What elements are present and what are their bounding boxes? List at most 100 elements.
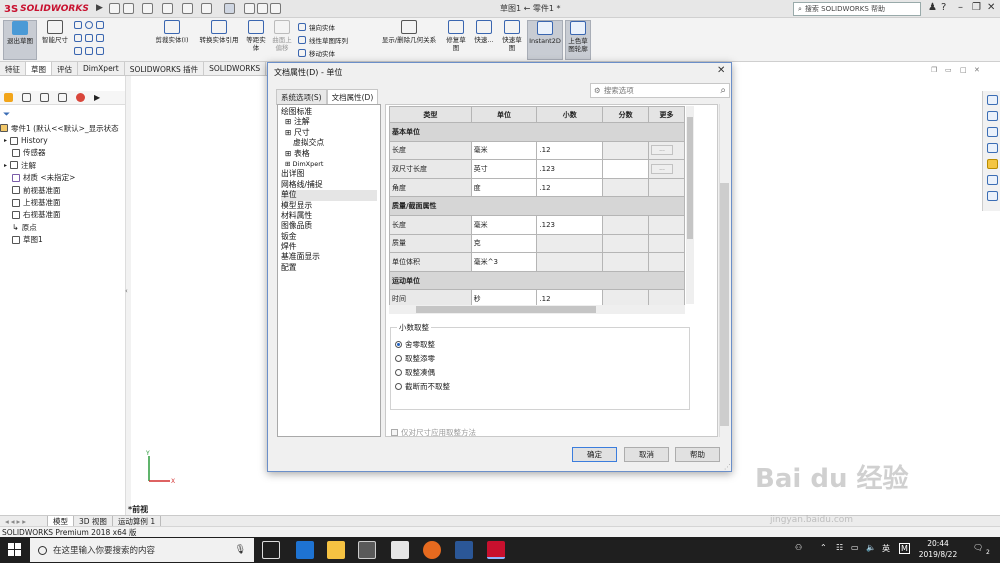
dtree-units[interactable]: 单位 bbox=[281, 190, 377, 201]
people-icon[interactable]: ⚇ bbox=[795, 543, 802, 552]
close-window-icon[interactable]: ✕ bbox=[987, 2, 995, 13]
tab-system-options[interactable]: 系统选项(S) bbox=[276, 89, 327, 105]
file-explorer-taskbar-icon[interactable] bbox=[327, 541, 345, 559]
cell-unit-select[interactable]: 毫米 bbox=[470, 214, 538, 235]
dtree-virtual-sharps[interactable]: 虚拟交点 bbox=[281, 138, 377, 148]
volume-icon[interactable]: 🔈 bbox=[866, 543, 876, 552]
user-icon[interactable]: ♟ bbox=[928, 2, 937, 13]
cell-unit-select[interactable]: 毫米^3 bbox=[470, 252, 538, 272]
mail-icon[interactable] bbox=[391, 541, 409, 559]
design-library-icon[interactable] bbox=[987, 111, 998, 121]
tab-scroll-arrows[interactable]: ◂◂▸▸ bbox=[0, 516, 48, 526]
open-icon[interactable] bbox=[142, 3, 153, 14]
appearances-icon[interactable] bbox=[987, 159, 998, 169]
tab-solidworks[interactable]: SOLIDWORKS bbox=[204, 62, 267, 75]
panel-expand-icon[interactable]: ▶ bbox=[94, 93, 100, 102]
collapse-panel-icon[interactable]: ‹ bbox=[125, 287, 128, 295]
new-document-icon[interactable] bbox=[123, 3, 134, 14]
view-palette-icon[interactable] bbox=[987, 143, 998, 153]
repair-sketch-button[interactable]: 修复草 图 bbox=[444, 20, 468, 60]
rectangle-tool-row[interactable] bbox=[74, 34, 104, 42]
cancel-button[interactable]: 取消 bbox=[624, 447, 669, 462]
solidworks-logo[interactable]: 3S SOLIDWORKS bbox=[4, 2, 89, 16]
rapid-sketch-button[interactable]: 快速草 图 bbox=[500, 20, 524, 60]
cell-decimals-select[interactable]: .123 bbox=[536, 159, 604, 179]
tab-document-properties[interactable]: 文档属性(D) bbox=[326, 89, 379, 105]
dtree-detailing[interactable]: 出详图 bbox=[281, 169, 377, 179]
offset-entities-button[interactable]: 等距实 体 bbox=[244, 20, 268, 60]
tree-node-origin[interactable]: ↳ 原点 bbox=[0, 221, 125, 233]
dtree-weldments[interactable]: 焊件 bbox=[281, 242, 377, 252]
dtree-dimxpert[interactable]: ⊞ DimXpert bbox=[281, 159, 377, 169]
cell-decimals-select[interactable]: .123 bbox=[536, 214, 604, 235]
tree-node-front-plane[interactable]: 前视基准面 bbox=[0, 184, 125, 196]
tree-node-sensors[interactable]: 传感器 bbox=[0, 147, 125, 159]
select-icon[interactable] bbox=[224, 3, 235, 14]
dtree-sheet-metal[interactable]: 钣金 bbox=[281, 232, 377, 242]
network-icon[interactable]: ☷ bbox=[836, 543, 843, 552]
linear-pattern-button[interactable]: 线性草图阵列 bbox=[298, 35, 348, 45]
dtree-annotations[interactable]: ⊞ 注解 bbox=[281, 117, 377, 127]
help-search-box[interactable]: ⌕ 搜索 SOLIDWORKS 帮助 bbox=[793, 2, 921, 16]
cell-unit-select[interactable]: 毫米 bbox=[470, 140, 538, 161]
file-properties-icon[interactable] bbox=[257, 3, 268, 14]
line-tool-row[interactable] bbox=[74, 21, 104, 29]
dtree-dimensions[interactable]: ⊞ 尺寸 bbox=[281, 128, 377, 138]
viewport-close-icon[interactable]: ✕ bbox=[974, 66, 980, 74]
taskbar-search-box[interactable]: 在这里输入你要搜索的内容 🎙 bbox=[30, 538, 254, 562]
save-icon[interactable] bbox=[162, 3, 173, 14]
grid-horizontal-scroll-thumb[interactable] bbox=[416, 306, 596, 313]
forum-icon[interactable] bbox=[987, 191, 998, 201]
dimensions-only-checkbox[interactable]: 仅对尺寸应用取整方法 bbox=[391, 427, 476, 438]
dimxpert-manager-icon[interactable] bbox=[58, 93, 67, 102]
viewport-restore-icon[interactable]: ❐ bbox=[931, 66, 937, 74]
search-icon[interactable]: ⌕ bbox=[720, 85, 726, 96]
resize-grip-icon[interactable]: ⋰ bbox=[724, 463, 731, 471]
word-icon[interactable] bbox=[455, 541, 473, 559]
media-player-icon[interactable] bbox=[423, 541, 441, 559]
tray-expand-icon[interactable]: ⌃ bbox=[820, 543, 827, 552]
tree-node-material[interactable]: 材质 <未指定> bbox=[0, 172, 125, 184]
radio-truncate[interactable]: 截断而不取整 bbox=[395, 381, 450, 392]
taskbar-clock[interactable]: 20:44 2019/8/22 bbox=[914, 538, 962, 560]
dtree-tables[interactable]: ⊞ 表格 bbox=[281, 149, 377, 159]
dialog-close-icon[interactable]: ✕ bbox=[717, 65, 725, 76]
viewport-maximize-icon[interactable]: □ bbox=[960, 66, 967, 74]
tree-node-top-plane[interactable]: 上视基准面 bbox=[0, 196, 125, 208]
configuration-manager-icon[interactable] bbox=[40, 93, 49, 102]
shaded-contours-button[interactable]: 上色草 图轮廓 bbox=[565, 20, 591, 60]
tree-node-history[interactable]: ▸ History bbox=[0, 134, 125, 146]
undo-icon[interactable] bbox=[201, 3, 212, 14]
rebuild-icon[interactable] bbox=[244, 3, 255, 14]
home-icon[interactable] bbox=[109, 3, 120, 14]
solidworks-taskbar-icon[interactable] bbox=[487, 541, 505, 559]
tab-solidworks-addins[interactable]: SOLIDWORKS 插件 bbox=[125, 62, 205, 75]
input-language[interactable]: 英 bbox=[882, 543, 890, 554]
offset-on-surface-button[interactable]: 曲面上 偏移 bbox=[270, 20, 294, 60]
quick-snaps-button[interactable]: 快速... bbox=[471, 20, 497, 60]
options-search-input[interactable]: ⚙ 搜索选项 ⌕ bbox=[590, 83, 730, 98]
dtree-material-properties[interactable]: 材料属性 bbox=[281, 211, 377, 221]
task-view-icon[interactable] bbox=[262, 541, 280, 559]
dtree-drafting-standard[interactable]: 绘图标准 bbox=[281, 107, 377, 117]
cell-fractions[interactable] bbox=[602, 159, 650, 179]
windows-start-icon[interactable] bbox=[8, 543, 22, 557]
radio-round-half-away[interactable]: 舍零取整 bbox=[395, 339, 435, 350]
tab-dimxpert[interactable]: DimXpert bbox=[78, 62, 125, 75]
microphone-icon[interactable]: 🎙 bbox=[235, 545, 246, 555]
grid-vertical-scroll-thumb[interactable] bbox=[687, 117, 693, 239]
custom-properties-icon[interactable] bbox=[987, 175, 998, 185]
dtree-plane-display[interactable]: 基准面显示 bbox=[281, 252, 377, 262]
tab-sketch[interactable]: 草图 bbox=[26, 62, 52, 75]
radio-round-half-even[interactable]: 取整凑偶 bbox=[395, 367, 435, 378]
display-icon[interactable]: ▭ bbox=[851, 543, 859, 552]
slot-tool-row[interactable] bbox=[74, 47, 104, 55]
convert-entities-button[interactable]: 转换实体引用 bbox=[195, 20, 243, 60]
tree-node-part[interactable]: 零件1 (默认<<默认>_显示状态 bbox=[0, 122, 125, 134]
more-button[interactable]: ... bbox=[651, 163, 674, 174]
ok-button[interactable]: 确定 bbox=[572, 447, 617, 462]
display-relations-button[interactable]: 显示/删除几何关系 bbox=[376, 20, 442, 60]
trim-entities-button[interactable]: 剪裁实体(I) bbox=[150, 20, 194, 60]
instant2d-button[interactable]: Instant2D bbox=[527, 20, 563, 60]
tab-evaluate[interactable]: 评估 bbox=[52, 62, 78, 75]
